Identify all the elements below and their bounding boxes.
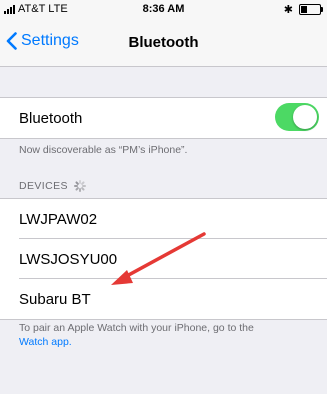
device-name: LWSJOSYU00 bbox=[19, 251, 118, 268]
bluetooth-icon: ✱ bbox=[283, 4, 293, 16]
devices-section-header: DEVICES bbox=[19, 180, 86, 192]
device-row[interactable]: Subaru BT bbox=[0, 279, 327, 319]
battery-level-fill bbox=[301, 6, 307, 13]
device-name: LWJPAW02 bbox=[19, 211, 98, 228]
toggle-knob bbox=[293, 105, 317, 129]
devices-list: LWJPAW02 LWSJOSYU00 Subaru BT bbox=[0, 198, 327, 320]
footer-text: To pair an Apple Watch with your iPhone,… bbox=[19, 322, 254, 334]
battery-icon bbox=[299, 4, 323, 15]
spinner-tick bbox=[78, 188, 81, 192]
watch-app-link[interactable]: Watch app. bbox=[19, 336, 72, 348]
bluetooth-row: Bluetooth bbox=[0, 97, 327, 139]
status-time: 8:36 AM bbox=[142, 3, 185, 15]
devices-header-label: DEVICES bbox=[19, 180, 68, 192]
device-row[interactable]: LWJPAW02 bbox=[0, 199, 327, 239]
spinner-tick bbox=[80, 186, 85, 191]
status-right: ✱ bbox=[283, 3, 323, 16]
device-row[interactable]: LWSJOSYU00 bbox=[0, 239, 327, 279]
bluetooth-label: Bluetooth bbox=[19, 110, 83, 127]
page-title: Bluetooth bbox=[128, 34, 199, 51]
loading-spinner-icon bbox=[73, 180, 86, 192]
navigation-bar: Settings Bluetooth bbox=[0, 20, 327, 67]
bluetooth-toggle[interactable] bbox=[275, 103, 319, 131]
discoverable-note: Now discoverable as “PM’s iPhone”. bbox=[19, 144, 188, 156]
status-bar: AT&T LTE 8:36 AM ✱ bbox=[0, 0, 327, 20]
footer-note: To pair an Apple Watch with your iPhone,… bbox=[19, 322, 319, 349]
device-name: Subaru BT bbox=[19, 291, 91, 308]
